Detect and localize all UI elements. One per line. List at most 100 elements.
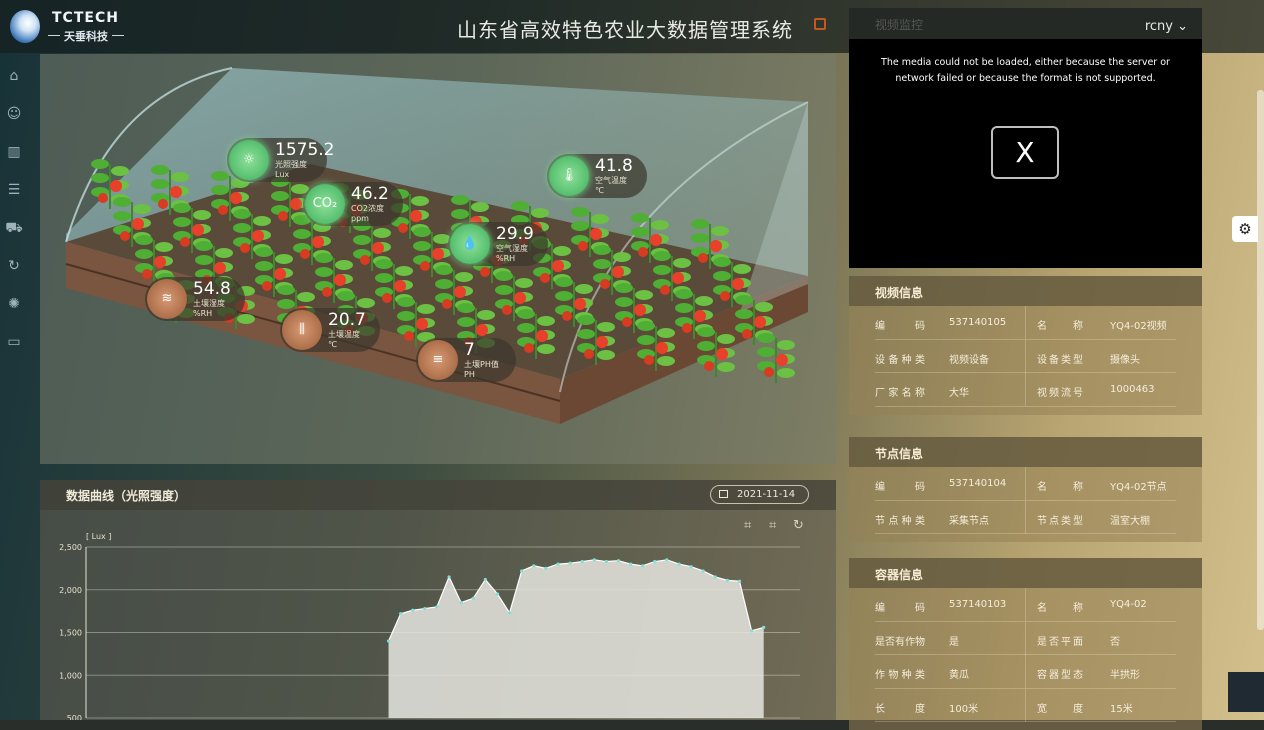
chevron-down-icon: ⌄ [1177,19,1188,34]
field-label: 长度 [875,703,925,715]
date-picker[interactable]: 2021-11-14 [710,485,809,504]
co2-icon: CO₂ [305,184,345,224]
field-value: YQ4-02 [1110,599,1147,610]
brand-cn: 天垂科技 [64,30,108,43]
user-icon[interactable]: ☺ [5,105,23,123]
data-point[interactable] [713,575,717,579]
sensor-soil-temp[interactable]: ⫼ 20.7 土壤温度 ℃ [280,308,380,352]
video-monitor: 视频监控 rcny ⌄ The media could not be loade… [849,8,1202,268]
data-point[interactable] [689,565,693,569]
field-label: 名称 [1037,482,1083,493]
greenhouse-scene: ☼ 1575.2 光照强度 Lux CO₂ 46.2 CO2浓度 ppm 🌡 41.8 空气温度 ℃ 💧… [40,54,836,464]
data-point[interactable] [725,578,729,582]
data-point[interactable] [641,564,645,568]
video-icon[interactable]: ▭ [5,333,23,351]
field-label: 设备种类 [875,354,925,366]
sensor-thermometer[interactable]: 🌡 41.8 空气温度 ℃ [547,154,647,198]
data-point[interactable] [399,612,403,616]
bar-chart-icon[interactable]: ▥ [5,143,23,161]
data-point[interactable] [532,564,536,568]
info-panel-2: 容器信息 编码 537140103 名称 YQ4-02 是否有作物 是 是否平面 否作物种类 黄瓜… [849,558,1202,730]
panel-title: 视频信息 [849,276,1202,306]
data-point[interactable] [447,575,451,579]
data-point[interactable] [556,562,560,566]
data-point[interactable] [749,629,754,633]
sensor-unit: PH [464,370,475,379]
data-point[interactable] [737,579,742,583]
greenhouse-illustration [65,67,809,424]
gear-icon[interactable]: ⚙ [1232,216,1258,242]
data-point[interactable] [423,606,427,611]
data-point[interactable] [435,605,439,609]
field-label: 是否有作物 [875,636,925,648]
data-point[interactable] [580,559,584,564]
sensor-co2[interactable]: CO₂ 46.2 CO2浓度 ppm [303,182,403,226]
field-label: 名称 [1037,603,1083,614]
video-header-label: 视频监控 [875,18,924,32]
data-point[interactable] [628,562,633,566]
data-point[interactable] [701,569,705,573]
sensor-label: 空气温度 [595,176,627,185]
corner-widget[interactable] [1228,672,1264,712]
y-axis-label: [ Lux ] [86,532,111,541]
field-label: 节点类型 [1037,515,1083,527]
field-value: 537140103 [949,599,1007,610]
field-value: 温室大棚 [1110,515,1150,527]
sensor-soil-moisture[interactable]: ≋ 54.8 土壤湿度 %RH [145,277,245,321]
data-point[interactable] [411,608,415,612]
data-point[interactable] [653,559,657,564]
field-label: 节点种类 [875,515,925,527]
data-point[interactable] [762,625,766,629]
field-label: 是否平面 [1037,636,1083,648]
list-icon[interactable]: ☰ [5,181,23,199]
sensor-label: 空气湿度 [496,244,528,253]
info-row: 厂家名称 大华 视频流号 1000463 [875,373,1176,407]
field-value: 大华 [949,388,969,399]
logo-mark [10,10,40,43]
truck-icon[interactable]: ⛟ [5,219,23,237]
soil-moisture-icon: ≋ [147,279,187,319]
thermometer-icon: 🌡 [549,156,589,196]
field-label: 宽度 [1037,703,1083,715]
field-value: 半拱形 [1110,670,1140,681]
calendar-icon [719,490,728,498]
refresh-icon[interactable]: ↻ [5,257,23,275]
data-point[interactable] [677,562,681,566]
field-value: 1000463 [1110,384,1155,395]
data-point[interactable] [665,558,669,562]
field-value: YQ4-02节点 [1110,482,1167,493]
data-point[interactable] [592,558,596,562]
data-point[interactable] [520,569,524,573]
data-point[interactable] [544,566,548,570]
field-label: 编码 [875,603,925,614]
field-label: 设备类型 [1037,354,1083,366]
sensor-label: 土壤PH值 [464,360,499,369]
close-button[interactable]: X [991,126,1059,179]
data-point[interactable] [386,639,391,643]
user-dropdown[interactable]: rcny ⌄ [1145,19,1188,34]
data-point[interactable] [604,559,608,564]
sensor-sun[interactable]: ☼ 1575.2 光照强度 Lux [227,138,334,182]
data-point[interactable] [568,561,572,565]
sensor-value: 54.8 [193,279,231,299]
field-value: 采集节点 [949,515,989,527]
bug-icon[interactable]: ✺ [5,295,23,313]
field-value: 否 [1110,636,1120,648]
sun-icon: ☼ [229,140,269,180]
field-value: YQ4-02视频 [1110,321,1167,332]
data-point[interactable] [616,559,621,563]
data-point[interactable] [507,611,512,615]
sensor-droplet[interactable]: 💧 29.9 空气湿度 %RH [448,222,548,266]
sidebar: ⌂ ☺ ▥ ☰ ⛟ ↻ ✺ ▭ [0,53,28,720]
scrollbar[interactable] [1257,90,1264,630]
sensor-unit: %RH [193,309,213,318]
alarm-icon[interactable] [814,18,826,30]
sensor-ph[interactable]: ≡ 7 土壤PH值 PH [416,338,516,382]
data-point[interactable] [471,596,475,600]
home-icon[interactable]: ⌂ [5,67,23,85]
info-row: 作物种类 黄瓜 容器型态 半拱形 [875,655,1176,689]
data-point[interactable] [483,577,487,582]
data-point[interactable] [459,600,463,605]
data-point[interactable] [495,592,500,596]
sensor-value: 41.8 [595,156,633,176]
